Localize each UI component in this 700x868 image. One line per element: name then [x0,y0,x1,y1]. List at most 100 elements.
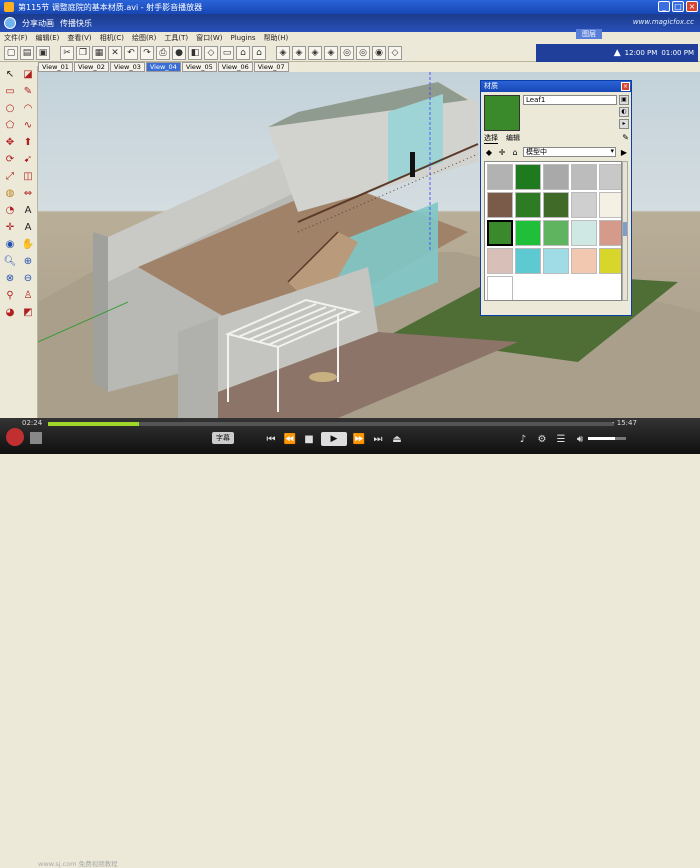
protractor-tool-icon[interactable]: ◔ [2,204,18,219]
polygon-tool-icon[interactable]: ⬠ [2,119,18,134]
rewind-icon[interactable]: ⏪ [283,434,297,445]
pan-tool-icon[interactable]: ✋ [20,238,36,253]
move-tool-icon[interactable]: ✥ [2,136,18,151]
scale-tool-icon[interactable]: ⤢ [2,170,18,185]
material-swatch[interactable] [599,220,621,246]
save-icon[interactable]: ▣ [36,45,50,60]
dimension-tool-icon[interactable]: ⇔ [20,187,36,202]
material-swatch[interactable] [515,192,541,218]
material-swatch[interactable] [487,164,513,190]
material-swatch[interactable] [515,164,541,190]
tab-view-01[interactable]: View_01 [38,62,73,72]
audio-icon[interactable]: ♪ [516,434,530,445]
progress-bar[interactable] [48,422,614,426]
follow-me-tool-icon[interactable]: ➹ [20,153,36,168]
offset-tool-icon[interactable]: ◫ [20,170,36,185]
rotate-tool-icon[interactable]: ⟳ [2,153,18,168]
component-icon-2[interactable]: ◈ [292,45,306,60]
push-pull-tool-icon[interactable]: ⬆ [20,136,36,151]
shadow-icon[interactable]: ▲ [614,48,621,58]
material-swatch[interactable] [543,164,569,190]
menu-edit[interactable]: 编辑(E) [36,33,60,43]
select-tool-icon[interactable]: ↖ [2,68,18,83]
tab-edit[interactable]: 编辑 [506,133,520,144]
axes-tool-icon[interactable]: ✛ [2,221,18,236]
tab-view-07[interactable]: View_07 [253,62,289,72]
menu-tools[interactable]: 工具(T) [164,33,188,43]
style-icon-2[interactable]: ◎ [356,45,370,60]
default-material-icon[interactable]: ◐ [619,107,629,117]
material-swatch[interactable] [571,248,597,274]
print-icon[interactable]: ⎙ [156,45,170,60]
material-swatch[interactable] [487,276,513,300]
material-swatch[interactable] [487,192,513,218]
play-button[interactable]: ▶ [321,432,347,446]
material-name-field[interactable]: Leaf1 [523,95,617,105]
text-tool-icon[interactable]: A [20,204,36,219]
new-file-icon[interactable]: ▢ [4,45,18,60]
material-swatch[interactable] [543,220,569,246]
component-icon[interactable]: ◈ [276,45,290,60]
create-material-icon[interactable]: ▣ [619,95,629,105]
section-icon[interactable]: ◧ [188,45,202,60]
tab-view-06[interactable]: View_06 [217,62,253,72]
share-item-1[interactable]: 传播快乐 [60,18,92,29]
tab-view-04[interactable]: View_04 [145,62,181,72]
material-swatch[interactable] [599,192,621,218]
user-icon[interactable] [30,432,42,444]
tape-measure-tool-icon[interactable]: ◍ [2,187,18,202]
cut-icon[interactable]: ✂ [60,45,74,60]
right-view-icon[interactable]: ⌂ [252,45,266,60]
menu-view[interactable]: 查看(V) [67,33,91,43]
menu-help[interactable]: 帮助(H) [264,33,289,43]
menu-plugins[interactable]: Plugins [230,34,255,42]
material-swatch[interactable] [487,220,513,246]
menu-draw[interactable]: 绘图(R) [132,33,156,43]
settings-icon[interactable]: ⚙ [535,434,549,445]
style-icon-3[interactable]: ◉ [372,45,386,60]
section-plane-icon[interactable]: ◩ [20,306,36,321]
paste-icon[interactable]: ▦ [92,45,106,60]
material-swatch[interactable] [571,192,597,218]
zoom-extents-tool-icon[interactable]: ⊗ [2,272,18,287]
back-arrow-icon[interactable]: ◆ [484,148,494,157]
arc-tool-icon[interactable]: ◠ [20,102,36,117]
collection-select[interactable]: 模型中 [523,147,616,157]
3d-text-tool-icon[interactable]: A [20,221,36,236]
material-swatch[interactable] [543,248,569,274]
component-icon-4[interactable]: ◈ [324,45,338,60]
look-around-icon[interactable]: ◕ [2,306,18,321]
menu-file[interactable]: 文件(F) [4,33,28,43]
details-arrow-icon[interactable]: ▶ [619,148,629,157]
speaker-icon[interactable]: 🔊︎ [573,434,587,445]
eraser-tool-icon[interactable]: ◪ [20,68,36,83]
undo-icon[interactable]: ↶ [124,45,138,60]
material-swatch[interactable] [599,164,621,190]
previous-view-icon[interactable]: ⊖ [20,272,36,287]
open-icon[interactable]: ⏏ [390,434,404,445]
model-info-icon[interactable]: ● [172,45,186,60]
playlist-icon[interactable]: ☰ [554,434,568,445]
menu-window[interactable]: 窗口(W) [196,33,222,43]
walk-tool-icon[interactable]: ♙ [20,289,36,304]
component-icon-3[interactable]: ◈ [308,45,322,60]
minimize-button[interactable]: _ [658,1,670,12]
pencil-tool-icon[interactable]: ✎ [20,85,36,100]
materials-scrollbar[interactable] [622,161,628,301]
material-swatch[interactable] [487,248,513,274]
tab-view-03[interactable]: View_03 [109,62,145,72]
material-swatch[interactable] [571,164,597,190]
material-swatch[interactable] [515,220,541,246]
share-item-0[interactable]: 分享动画 [22,18,54,29]
freehand-tool-icon[interactable]: ∿ [20,119,36,134]
top-view-icon[interactable]: ▭ [220,45,234,60]
style-icon[interactable]: ◎ [340,45,354,60]
material-swatch[interactable] [515,248,541,274]
zoom-tool-icon[interactable]: 🔍︎ [2,255,18,270]
zoom-window-tool-icon[interactable]: ⊕ [20,255,36,270]
open-folder-icon[interactable]: ▤ [20,45,34,60]
style-icon-4[interactable]: ◇ [388,45,402,60]
next-icon[interactable]: ⏭ [371,434,385,445]
close-button[interactable]: × [686,1,698,12]
position-camera-icon[interactable]: ⚲ [2,289,18,304]
